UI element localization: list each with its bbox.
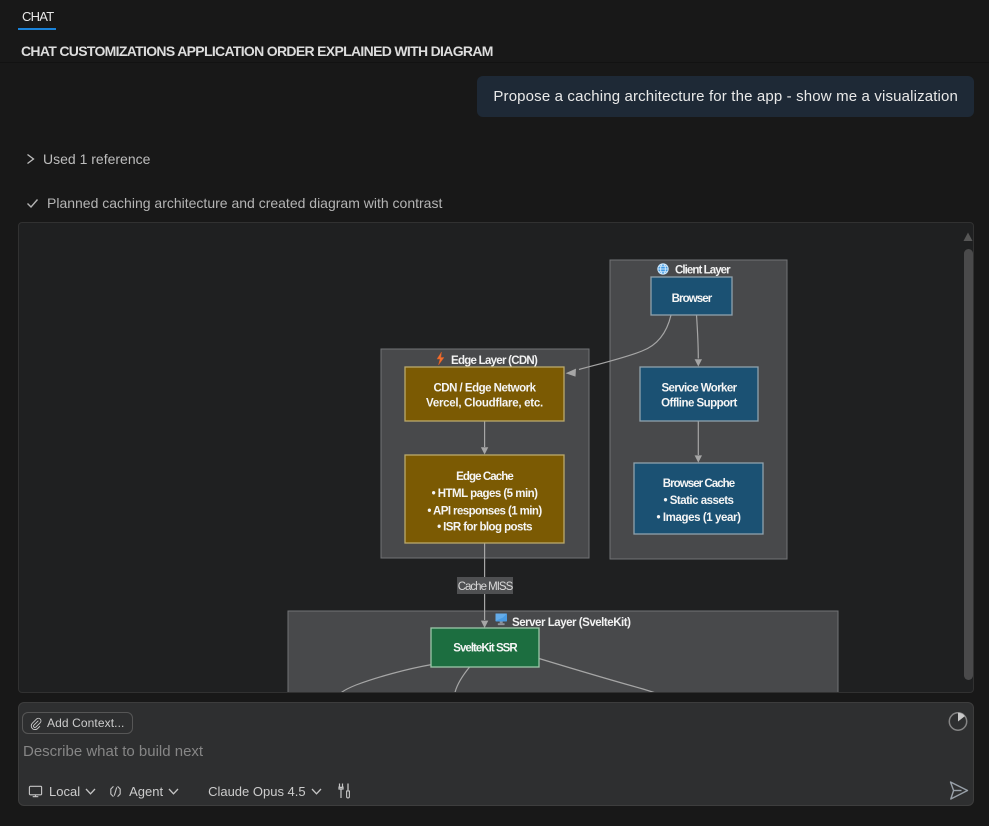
svg-text:Cache MISS: Cache MISS bbox=[458, 581, 514, 593]
svg-text:Server Layer (SvelteKit): Server Layer (SvelteKit) bbox=[512, 617, 631, 629]
svg-text:• Static assets: • Static assets bbox=[664, 495, 734, 507]
svg-text:Service Worker: Service Worker bbox=[662, 383, 738, 395]
svg-text:Vercel, Cloudflare, etc.: Vercel, Cloudflare, etc. bbox=[426, 398, 543, 410]
svg-text:Client Layer: Client Layer bbox=[675, 265, 731, 277]
svg-text:Browser: Browser bbox=[672, 293, 713, 305]
svg-text:• HTML pages (5 min): • HTML pages (5 min) bbox=[432, 488, 539, 500]
svg-text:• API responses (1 min): • API responses (1 min) bbox=[427, 506, 542, 518]
svg-text:CDN / Edge Network: CDN / Edge Network bbox=[433, 383, 536, 395]
svg-text:Edge Layer (CDN): Edge Layer (CDN) bbox=[451, 355, 538, 367]
svg-text:Browser Cache: Browser Cache bbox=[663, 478, 735, 490]
svg-text:• Images (1 year): • Images (1 year) bbox=[657, 512, 742, 524]
svg-text:SvelteKit SSR: SvelteKit SSR bbox=[453, 643, 518, 655]
svg-text:Offline Support: Offline Support bbox=[661, 398, 737, 410]
svg-text:Edge Cache: Edge Cache bbox=[456, 471, 513, 483]
svg-text:• ISR for blog posts: • ISR for blog posts bbox=[437, 522, 532, 534]
